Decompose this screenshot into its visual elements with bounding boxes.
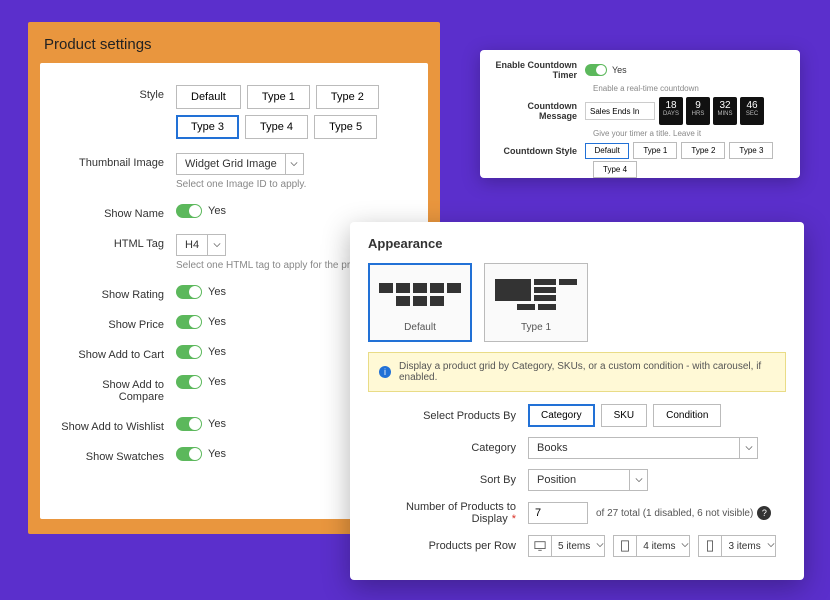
- enable-countdown-help: Enable a real-time countdown: [593, 84, 786, 93]
- product-settings-title: Product settings: [44, 36, 428, 53]
- appearance-title: Appearance: [368, 236, 804, 251]
- layout-type1-icon: [491, 274, 581, 314]
- countdown-timer-preview: 18DAYS 9HRS 32MINS 46SEC: [659, 97, 764, 125]
- enable-countdown-label: Enable Countdown Timer: [490, 60, 585, 80]
- per-row-label: Products per Row: [368, 540, 528, 552]
- show-compare-label: Show Add to Compare: [58, 375, 176, 403]
- countdown-style-type1[interactable]: Type 1: [633, 142, 677, 159]
- countdown-message-input[interactable]: [585, 102, 655, 120]
- select-by-condition[interactable]: Condition: [653, 404, 721, 427]
- per-row-mobile-select[interactable]: 3 items: [698, 535, 775, 557]
- show-cart-label: Show Add to Cart: [58, 345, 176, 361]
- appearance-info-banner: i Display a product grid by Category, SK…: [368, 352, 786, 392]
- per-row-desktop-value: 5 items: [552, 541, 596, 552]
- style-label: Style: [58, 85, 176, 101]
- countdown-hrs: 9HRS: [686, 97, 710, 125]
- countdown-style-type4[interactable]: Type 4: [593, 161, 637, 178]
- thumbnail-value: Widget Grid Image: [177, 158, 285, 170]
- show-rating-label: Show Rating: [58, 285, 176, 301]
- num-products-hint: of 27 total (1 disabled, 6 not visible) …: [596, 506, 771, 520]
- style-option-default[interactable]: Default: [176, 85, 241, 109]
- thumbnail-select[interactable]: Widget Grid Image: [176, 153, 304, 175]
- chevron-down-icon: [207, 235, 225, 255]
- chevron-down-icon: [767, 540, 775, 552]
- show-name-label: Show Name: [58, 204, 176, 220]
- num-products-label: Number of Products to Display*: [368, 501, 528, 525]
- help-icon[interactable]: ?: [757, 506, 771, 520]
- desktop-icon: [529, 536, 552, 556]
- grid-icon: [375, 274, 465, 314]
- show-wishlist-value: Yes: [208, 418, 226, 430]
- chevron-down-icon: [629, 470, 647, 490]
- show-name-toggle[interactable]: Yes: [176, 204, 410, 218]
- tablet-icon: [614, 536, 637, 556]
- enable-countdown-toggle[interactable]: [585, 64, 607, 76]
- chevron-down-icon: [596, 540, 604, 552]
- per-row-desktop-select[interactable]: 5 items: [528, 535, 605, 557]
- show-cart-value: Yes: [208, 346, 226, 358]
- appearance-panel: Appearance Default Type 1 i Display a pr…: [350, 222, 804, 580]
- appearance-info-text: Display a product grid by Category, SKUs…: [399, 361, 775, 383]
- style-option-type1[interactable]: Type 1: [247, 85, 310, 109]
- show-compare-value: Yes: [208, 376, 226, 388]
- chevron-down-icon: [285, 154, 303, 174]
- html-tag-value: H4: [177, 239, 207, 251]
- chevron-down-icon: [739, 438, 757, 458]
- show-swatches-value: Yes: [208, 448, 226, 460]
- info-icon: i: [379, 366, 391, 378]
- sort-by-select[interactable]: Position: [528, 469, 648, 491]
- countdown-message-help: Give your timer a title. Leave it: [593, 129, 786, 138]
- mobile-icon: [699, 536, 722, 556]
- countdown-sec: 46SEC: [740, 97, 764, 125]
- show-rating-value: Yes: [208, 286, 226, 298]
- appearance-tile-type1[interactable]: Type 1: [484, 263, 588, 342]
- show-wishlist-label: Show Add to Wishlist: [58, 417, 176, 433]
- html-tag-label: HTML Tag: [58, 234, 176, 250]
- chevron-down-icon: [681, 540, 689, 552]
- enable-countdown-value: Yes: [612, 65, 627, 75]
- category-select[interactable]: Books: [528, 437, 758, 459]
- appearance-tile-default[interactable]: Default: [368, 263, 472, 342]
- select-products-by-label: Select Products By: [368, 410, 528, 422]
- per-row-tablet-select[interactable]: 4 items: [613, 535, 690, 557]
- style-option-type2[interactable]: Type 2: [316, 85, 379, 109]
- countdown-style-default[interactable]: Default: [585, 143, 629, 159]
- select-by-category[interactable]: Category: [528, 404, 595, 427]
- countdown-mins: 32MINS: [713, 97, 737, 125]
- category-label: Category: [368, 442, 528, 454]
- countdown-message-label: Countdown Message: [490, 101, 585, 121]
- per-row-tablet-value: 4 items: [637, 541, 681, 552]
- countdown-panel: Enable Countdown Timer Yes Enable a real…: [480, 50, 800, 178]
- style-button-group: Default Type 1 Type 2 Type 3 Type 4 Type…: [176, 85, 410, 139]
- show-price-value: Yes: [208, 316, 226, 328]
- appearance-tile-default-label: Default: [375, 322, 465, 333]
- sort-by-value: Position: [529, 474, 629, 486]
- show-name-value: Yes: [208, 205, 226, 217]
- countdown-days: 18DAYS: [659, 97, 683, 125]
- select-by-sku[interactable]: SKU: [601, 404, 648, 427]
- appearance-tile-type1-label: Type 1: [491, 322, 581, 333]
- category-value: Books: [529, 442, 739, 454]
- per-row-mobile-value: 3 items: [722, 541, 766, 552]
- thumbnail-label: Thumbnail Image: [58, 153, 176, 169]
- style-option-type5[interactable]: Type 5: [314, 115, 377, 139]
- countdown-style-type3[interactable]: Type 3: [729, 142, 773, 159]
- html-tag-select[interactable]: H4: [176, 234, 226, 256]
- num-products-input[interactable]: [528, 502, 588, 524]
- style-option-type4[interactable]: Type 4: [245, 115, 308, 139]
- sort-by-label: Sort By: [368, 474, 528, 486]
- show-swatches-label: Show Swatches: [58, 447, 176, 463]
- countdown-style-type2[interactable]: Type 2: [681, 142, 725, 159]
- thumbnail-help: Select one Image ID to apply.: [176, 179, 410, 190]
- show-price-label: Show Price: [58, 315, 176, 331]
- countdown-style-label: Countdown Style: [490, 146, 585, 156]
- style-option-type3[interactable]: Type 3: [176, 115, 239, 139]
